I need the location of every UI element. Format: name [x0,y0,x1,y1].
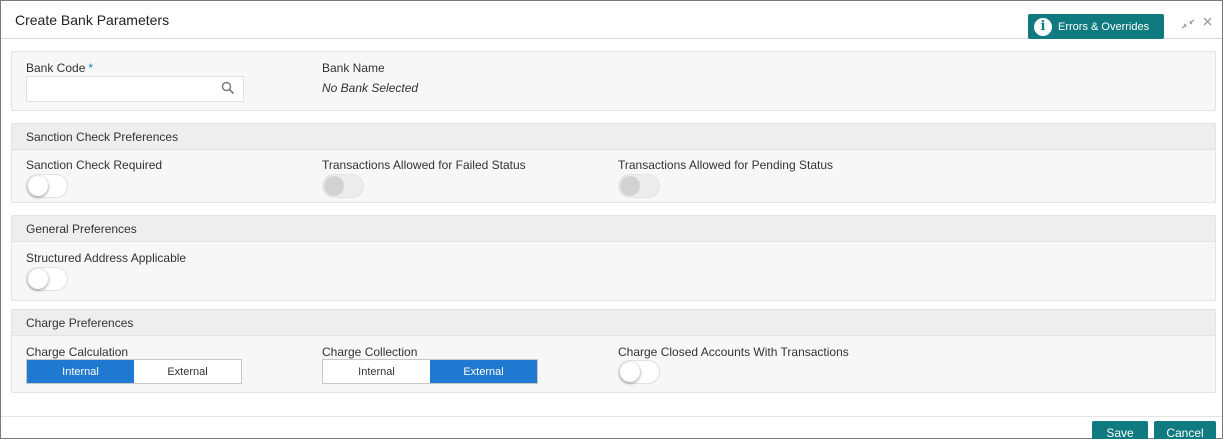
charge-calculation-label: Charge Calculation [26,345,129,359]
errors-overrides-label: Errors & Overrides [1058,20,1150,33]
bank-code-field[interactable] [26,76,244,102]
title-bar: Create Bank Parameters i Errors & Overri… [1,1,1222,39]
general-preferences-panel: General Preferences Structured Address A… [11,215,1216,301]
pending-status-toggle[interactable] [618,174,660,198]
search-icon[interactable] [221,81,235,95]
sanction-check-panel: Sanction Check Preferences Sanction Chec… [11,123,1216,203]
charge-calculation-selector: Internal External [26,359,242,384]
toggle-knob [620,362,640,382]
charge-preferences-panel: Charge Preferences Charge Calculation In… [11,309,1216,393]
sanction-check-required-label: Sanction Check Required [26,158,163,172]
sanction-check-required-toggle[interactable] [26,174,68,198]
bank-parameters-window: Create Bank Parameters i Errors & Overri… [0,0,1223,439]
required-marker: * [88,61,94,75]
section-title: General Preferences [12,216,1215,242]
structured-address-label: Structured Address Applicable [26,251,187,265]
errors-overrides-button[interactable]: i Errors & Overrides [1028,14,1164,39]
charge-calculation-internal[interactable]: Internal [27,360,134,383]
charge-collection-internal[interactable]: Internal [323,360,430,383]
charge-calculation-external[interactable]: External [134,360,241,383]
save-button[interactable]: Save [1092,421,1148,439]
bank-code-input[interactable] [27,77,212,101]
info-icon: i [1034,17,1052,36]
bank-details-panel: Bank Code * Bank Name No Bank Selected [11,51,1216,111]
close-icon[interactable] [1202,15,1213,30]
footer-divider [1,416,1222,417]
charge-closed-accounts-label: Charge Closed Accounts With Transactions [618,345,849,359]
pending-status-label: Transactions Allowed for Pending Status [618,158,834,172]
charge-closed-accounts-toggle[interactable] [618,360,660,384]
bank-code-label: Bank Code * [26,61,94,75]
charge-collection-selector: Internal External [322,359,538,384]
section-title: Sanction Check Preferences [12,124,1215,150]
charge-collection-external[interactable]: External [430,360,537,383]
toggle-knob [28,269,48,289]
structured-address-toggle[interactable] [26,267,68,291]
page-title: Create Bank Parameters [15,12,170,28]
bank-name-value: No Bank Selected [322,81,419,95]
toggle-knob [620,176,640,196]
bank-name-label: Bank Name [322,61,385,75]
charge-collection-label: Charge Collection [322,345,418,359]
failed-status-toggle[interactable] [322,174,364,198]
failed-status-label: Transactions Allowed for Failed Status [322,158,526,172]
minimize-icon[interactable] [1181,17,1195,32]
cancel-button[interactable]: Cancel [1154,421,1216,439]
toggle-knob [28,176,48,196]
section-title: Charge Preferences [12,310,1215,336]
toggle-knob [324,176,344,196]
